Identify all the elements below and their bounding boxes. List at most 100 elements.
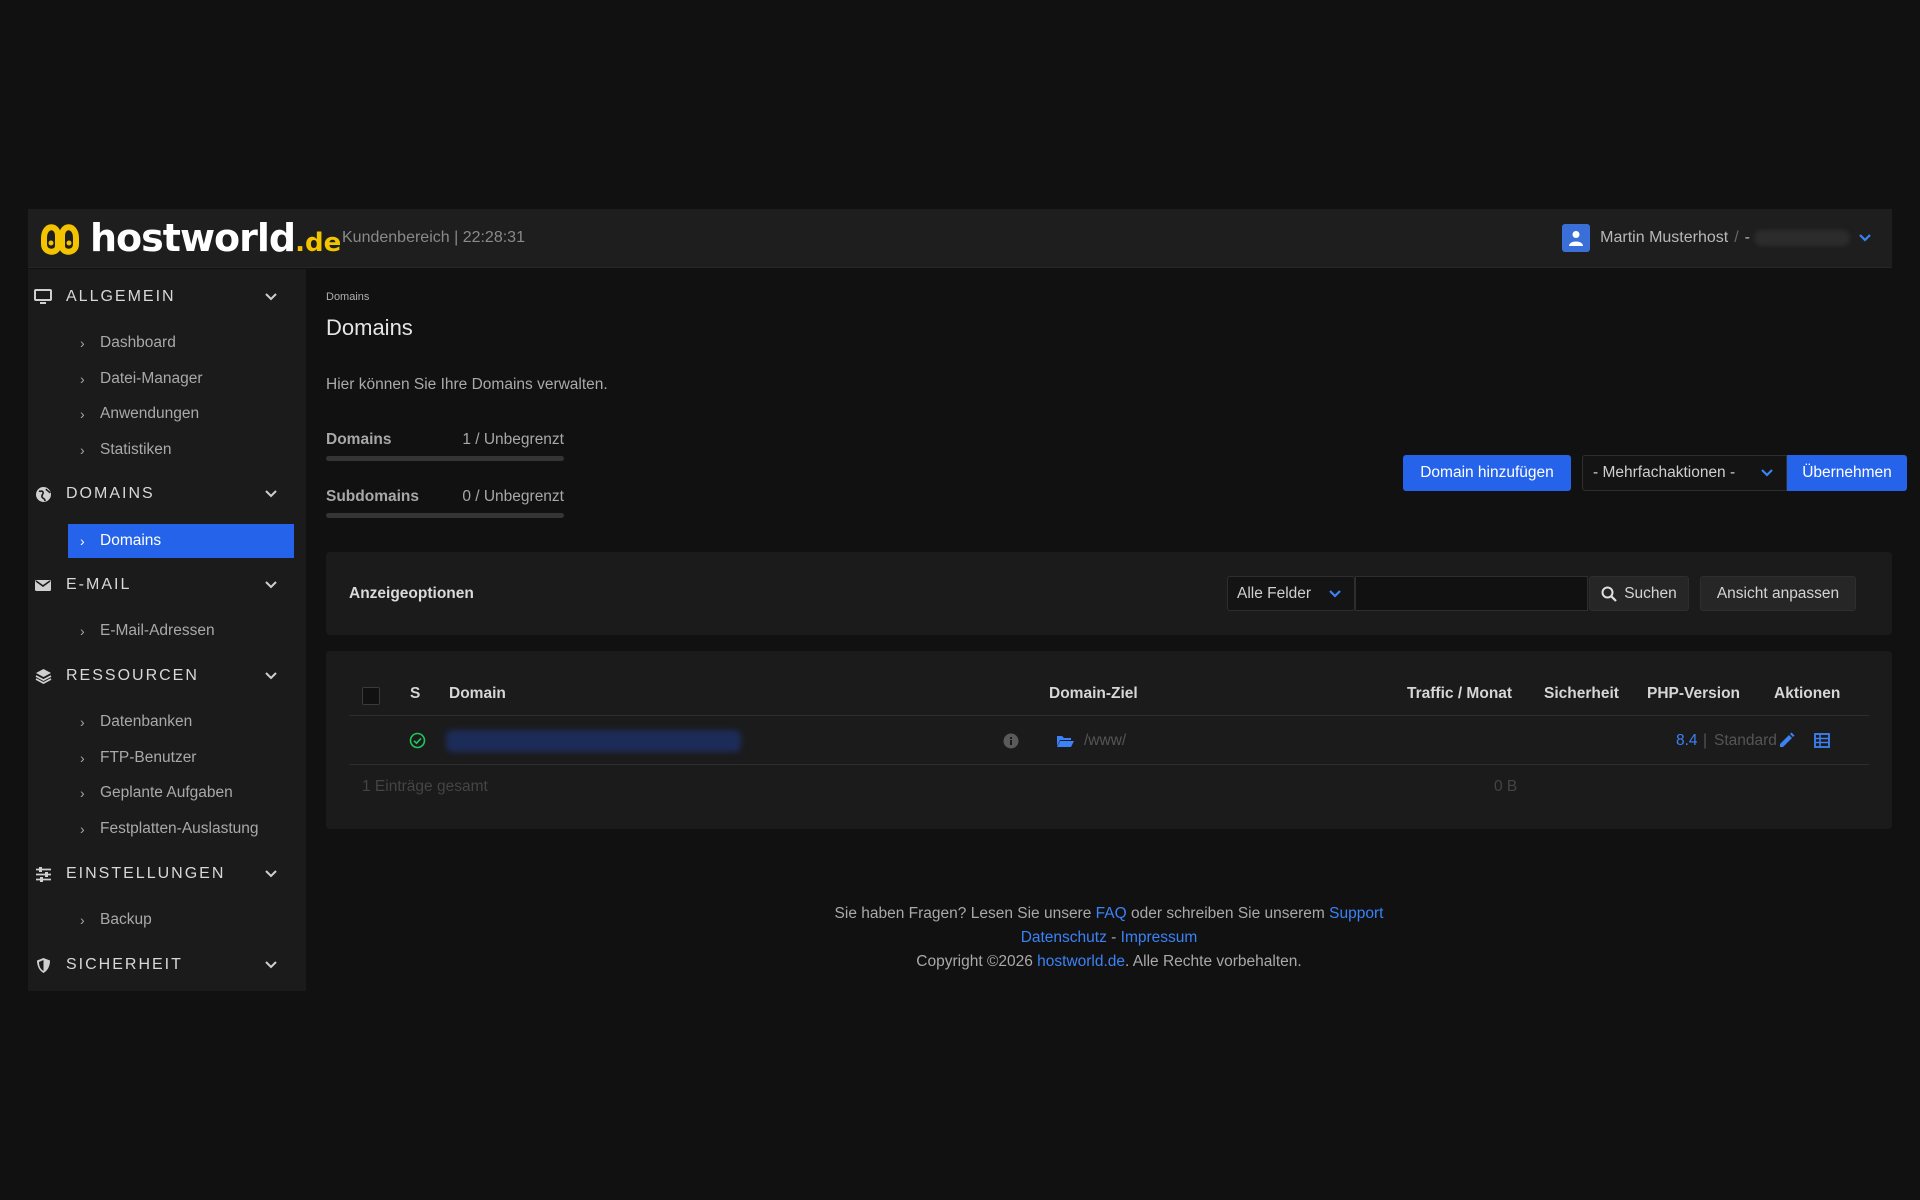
check-circle-icon: [409, 732, 426, 749]
logo-text: hostworld: [90, 216, 296, 260]
search-button[interactable]: Suchen: [1589, 576, 1689, 611]
chevron-right-icon: ›: [80, 912, 85, 928]
sidebar-item-geplante-aufgaben[interactable]: › Geplante Aufgaben: [68, 776, 294, 810]
sidebar-section-email[interactable]: E-MAIL: [28, 567, 306, 603]
sidebar-item-anwendungen[interactable]: › Anwendungen: [68, 397, 294, 431]
top-bar: hostworld .de Kundenbereich | 22:28:31 Ma…: [28, 209, 1892, 268]
imprint-link[interactable]: Impressum: [1121, 929, 1198, 946]
chevron-down-icon[interactable]: [1858, 233, 1872, 243]
quota-progress-bar: [326, 513, 564, 518]
chevron-down-icon[interactable]: [264, 867, 278, 881]
chevron-down-icon[interactable]: [264, 669, 278, 683]
table-grid-icon[interactable]: [1814, 733, 1830, 748]
logo-icon: [41, 224, 79, 255]
footer-copyright: Copyright ©2026 hostworld.de. Alle Recht…: [326, 953, 1892, 971]
sidebar-item-label: Anwendungen: [100, 405, 200, 422]
chevron-down-icon[interactable]: [264, 578, 278, 592]
footer-separator: -: [1111, 929, 1117, 946]
sidebar-item-label: Dashboard: [100, 334, 176, 351]
user-separator: /: [1734, 229, 1739, 246]
column-header-domain-target[interactable]: Domain-Ziel: [1049, 685, 1138, 703]
domain-target-path[interactable]: /www/: [1084, 732, 1126, 750]
redacted-domain-name[interactable]: [446, 730, 741, 752]
user-name: Martin Musterhost: [1600, 229, 1729, 246]
copyright-suffix: . Alle Rechte vorbehalten.: [1125, 953, 1302, 970]
chevron-right-icon: ›: [80, 406, 85, 422]
page-title: Domains: [326, 315, 413, 340]
apply-button[interactable]: Übernehmen: [1787, 455, 1907, 491]
logo[interactable]: hostworld .de: [38, 215, 341, 261]
display-options-panel: Anzeigeoptionen Alle Felder Suchen Ansic…: [326, 552, 1892, 635]
sidebar-item-ftp-benutzer[interactable]: › FTP-Benutzer: [68, 741, 294, 775]
sidebar-item-label: Festplatten-Auslastung: [100, 820, 259, 837]
support-link[interactable]: Support: [1329, 905, 1383, 922]
sidebar-item-label: FTP-Benutzer: [100, 749, 197, 766]
sidebar-item-dashboard[interactable]: › Dashboard: [68, 326, 294, 360]
sliders-icon: [34, 865, 52, 883]
chevron-down-icon: [1329, 589, 1341, 598]
bulk-actions-value: - Mehrfachaktionen -: [1593, 464, 1736, 481]
chevron-down-icon[interactable]: [264, 958, 278, 972]
column-header-status[interactable]: S: [410, 685, 420, 703]
sidebar-item-label: Geplante Aufgaben: [100, 784, 233, 801]
quota-value: 0 / Unbegrenzt: [462, 488, 564, 505]
sidebar-item-email-adressen[interactable]: › E-Mail-Adressen: [68, 614, 294, 648]
user-icon: [1569, 231, 1584, 246]
sidebar-item-label: Datei-Manager: [100, 370, 203, 387]
php-version-label: Standard: [1714, 732, 1777, 749]
chevron-right-icon: ›: [80, 750, 85, 766]
sidebar-item-label: Datenbanken: [100, 713, 193, 730]
sidebar-item-domains[interactable]: › Domains: [68, 524, 294, 558]
add-domain-button[interactable]: Domain hinzufügen: [1403, 455, 1571, 491]
column-header-traffic[interactable]: Traffic / Monat: [1407, 685, 1512, 703]
sidebar-section-label: SICHERHEIT: [66, 956, 183, 973]
sidebar-item-datenbanken[interactable]: › Datenbanken: [68, 705, 294, 739]
sidebar-section-domains[interactable]: DOMAINS: [28, 476, 306, 512]
display-options-title: Anzeigeoptionen: [349, 585, 474, 602]
sidebar-section-sicherheit[interactable]: SICHERHEIT: [28, 947, 306, 983]
php-version-value[interactable]: 8.4: [1676, 732, 1698, 750]
traffic-total: 0 B: [1494, 778, 1518, 795]
sidebar-item-statistiken[interactable]: › Statistiken: [68, 433, 294, 467]
globe-icon: [34, 485, 52, 503]
faq-link[interactable]: FAQ: [1096, 905, 1127, 922]
logo-tld: .de: [295, 228, 342, 258]
column-header-domain[interactable]: Domain: [449, 685, 506, 703]
quota-domains: Domains 1 / Unbegrenzt: [326, 431, 564, 465]
chevron-down-icon[interactable]: [264, 487, 278, 501]
user-dash: -: [1744, 229, 1750, 246]
sidebar-section-einstellungen[interactable]: EINSTELLUNGEN: [28, 856, 306, 892]
sidebar-section-allgemein[interactable]: ALLGEMEIN: [28, 279, 306, 315]
php-version-separator: |: [1703, 732, 1708, 749]
sidebar: ALLGEMEIN › Dashboard › Datei-Manager › Anw…: [28, 269, 306, 991]
chevron-right-icon: ›: [80, 714, 85, 730]
search-icon: [1601, 586, 1617, 602]
edit-icon[interactable]: [1778, 732, 1795, 749]
select-all-checkbox[interactable]: [362, 687, 380, 705]
domains-table-panel: S Domain Domain-Ziel Traffic / Monat Sic…: [326, 651, 1892, 829]
customize-view-button[interactable]: Ansicht anpassen: [1700, 576, 1856, 611]
field-select[interactable]: Alle Felder: [1227, 576, 1355, 611]
search-input[interactable]: [1355, 576, 1588, 611]
privacy-link[interactable]: Datenschutz: [1021, 929, 1107, 946]
sidebar-item-backup[interactable]: › Backup: [68, 903, 294, 937]
info-icon[interactable]: [1003, 733, 1019, 749]
breadcrumb[interactable]: Domains: [326, 291, 369, 303]
sidebar-item-datei-manager[interactable]: › Datei-Manager: [68, 362, 294, 396]
user-menu[interactable]: Martin Musterhost / -: [1562, 223, 1872, 253]
shield-icon: [34, 956, 52, 974]
chevron-down-icon[interactable]: [264, 290, 278, 304]
site-link[interactable]: hostworld.de: [1037, 953, 1125, 970]
user-avatar: [1562, 224, 1591, 252]
copyright-text: Copyright ©2026: [916, 953, 1033, 970]
main-content: Domains Domains Hier können Sie Ihre Dom…: [326, 269, 1907, 991]
footer-text: Sie haben Fragen? Lesen Sie unsere: [834, 905, 1092, 922]
sidebar-section-ressourcen[interactable]: RESSOURCEN: [28, 658, 306, 694]
search-button-label: Suchen: [1624, 584, 1677, 602]
quota-progress-bar: [326, 456, 564, 461]
bulk-actions-select[interactable]: - Mehrfachaktionen -: [1582, 455, 1787, 491]
sidebar-item-festplatten-auslastung[interactable]: › Festplatten-Auslastung: [68, 812, 294, 846]
column-header-php-version[interactable]: PHP-Version: [1647, 685, 1740, 703]
column-header-security[interactable]: Sicherheit: [1544, 685, 1619, 703]
monitor-icon: [34, 288, 52, 306]
